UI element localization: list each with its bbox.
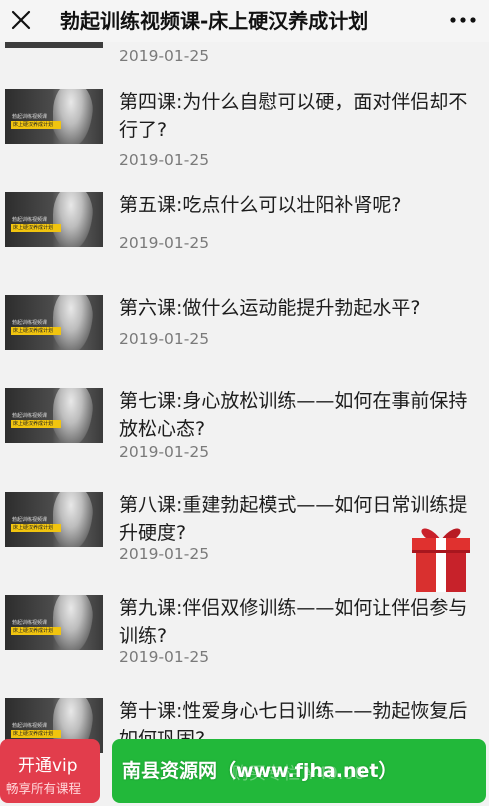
lesson-thumbnail: 勃起训练视频课 床上硬汉养成计划 <box>5 492 103 547</box>
lesson-item[interactable]: 勃起训练视频课 床上硬汉养成计划 第四课:为什么自慰可以硬，面对伴侣却不行了? 201… <box>0 84 489 184</box>
vip-label: 开通vip <box>18 756 78 776</box>
lesson-date: 2019-01-25 <box>119 234 210 252</box>
thumbnail-caption: 勃起训练视频课 <box>12 620 48 626</box>
lesson-thumbnail: 勃起训练视频课 床上硬汉养成计划 <box>5 89 103 144</box>
lesson-list[interactable]: 2019-01-25 勃起训练视频课 床上硬汉养成计划 第四课:为什么自慰可以硬，面… <box>0 42 489 806</box>
lesson-date: 2019-01-25 <box>119 443 210 461</box>
thumbnail-banner: 床上硬汉养成计划 <box>11 420 61 428</box>
lesson-thumbnail[interactable] <box>5 42 103 48</box>
thumbnail-figure <box>53 492 93 547</box>
lesson-date: 2019-01-25 <box>119 648 210 666</box>
lesson-title: 第四课:为什么自慰可以硬，面对伴侣却不行了? <box>119 91 468 141</box>
thumbnail-banner: 床上硬汉养成计划 <box>11 121 61 129</box>
close-button[interactable] <box>4 3 38 37</box>
lesson-title: 第七课:身心放松训练——如何在事前保持放松心态? <box>119 390 468 440</box>
thumbnail-figure <box>53 192 93 247</box>
lesson-date: 2019-01-25 <box>119 545 210 563</box>
lesson-thumbnail: 勃起训练视频课 床上硬汉养成计划 <box>5 192 103 247</box>
lesson-thumbnail: 勃起训练视频课 床上硬汉养成计划 <box>5 595 103 650</box>
lesson-thumbnail: 勃起训练视频课 床上硬汉养成计划 <box>5 295 103 350</box>
thumbnail-banner: 床上硬汉养成计划 <box>11 730 61 738</box>
page-title: 勃起训练视频课-床上硬汉养成计划 <box>60 9 369 33</box>
gift-button[interactable] <box>408 520 474 594</box>
lesson-item[interactable]: 勃起训练视频课 床上硬汉养成计划 第九课:伴侣双修训练——如何让伴侣参与训练? 201… <box>0 590 489 690</box>
thumbnail-caption: 勃起训练视频课 <box>12 217 48 223</box>
lesson-title: 第六课:做什么运动能提升勃起水平? <box>119 297 421 319</box>
more-dots-icon <box>450 17 476 23</box>
thumbnail-figure <box>53 295 93 350</box>
thumbnail-caption: 勃起训练视频课 <box>12 114 48 120</box>
lesson-item[interactable]: 勃起训练视频课 床上硬汉养成计划 第五课:吃点什么可以壮阳补肾呢? 2019-01-2… <box>0 187 489 287</box>
more-button[interactable] <box>443 4 483 36</box>
thumbnail-banner: 床上硬汉养成计划 <box>11 224 61 232</box>
watermark: 南县资源网（www.fjha.net） <box>122 760 398 782</box>
top-bar: 勃起训练视频课-床上硬汉养成计划 <box>0 0 489 42</box>
lesson-thumbnail: 勃起训练视频课 床上硬汉养成计划 <box>5 388 103 443</box>
lesson-item[interactable]: 勃起训练视频课 床上硬汉养成计划 第六课:做什么运动能提升勃起水平? 2019-01-… <box>0 290 489 390</box>
lesson-date: 2019-01-25 <box>119 151 210 169</box>
thumbnail-banner: 床上硬汉养成计划 <box>11 627 61 635</box>
gift-box-icon <box>412 528 470 592</box>
close-icon <box>11 10 31 30</box>
thumbnail-caption: 勃起训练视频课 <box>12 320 48 326</box>
thumbnail-figure <box>53 89 93 144</box>
thumbnail-banner: 床上硬汉养成计划 <box>11 524 61 532</box>
open-vip-button[interactable]: 开通vip 畅享所有课程 <box>0 739 100 803</box>
lesson-date: 2019-01-25 <box>119 330 210 348</box>
lesson-title: 第九课:伴侣双修训练——如何让伴侣参与训练? <box>119 597 468 647</box>
thumbnail-figure <box>53 595 93 650</box>
vip-sublabel: 畅享所有课程 <box>6 781 82 796</box>
thumbnail-caption: 勃起训练视频课 <box>12 723 48 729</box>
lesson-date: 2019-01-25 <box>119 47 210 65</box>
lesson-item[interactable]: 勃起训练视频课 床上硬汉养成计划 第七课:身心放松训练——如何在事前保持放松心态? 2… <box>0 383 489 483</box>
thumbnail-figure <box>53 388 93 443</box>
thumbnail-caption: 勃起训练视频课 <box>12 413 48 419</box>
thumbnail-banner: 床上硬汉养成计划 <box>11 327 61 335</box>
lesson-title: 第五课:吃点什么可以壮阳补肾呢? <box>119 194 402 216</box>
thumbnail-caption: 勃起训练视频课 <box>12 517 48 523</box>
